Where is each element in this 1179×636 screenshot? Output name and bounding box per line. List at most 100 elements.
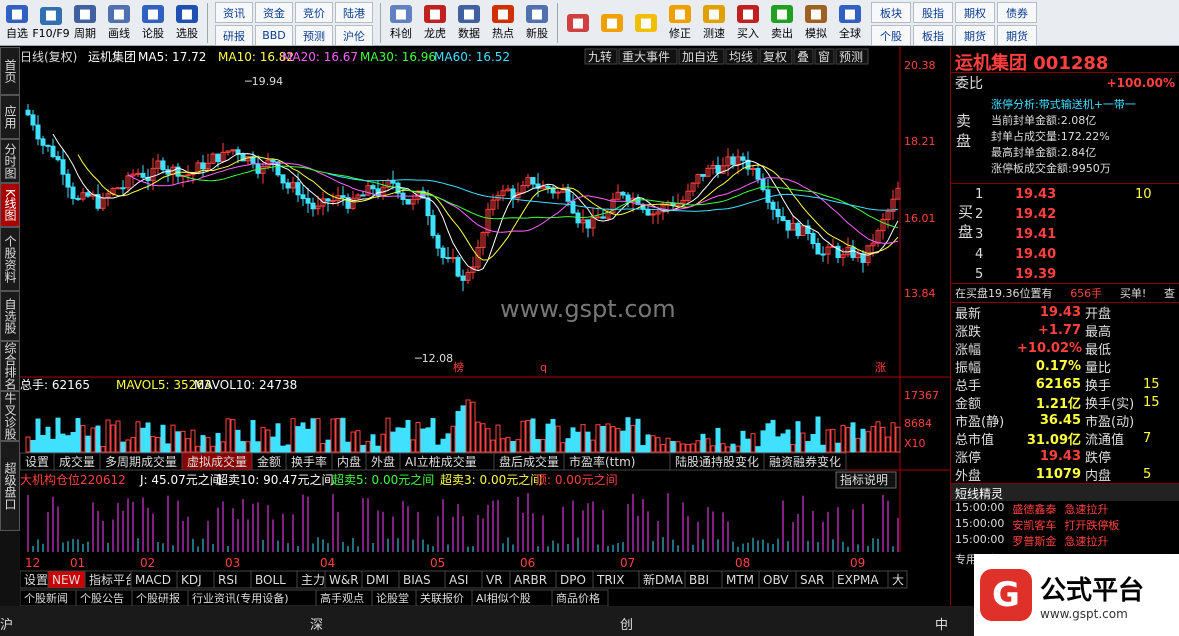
toolbar-grid-button[interactable]: 板指 (913, 25, 953, 46)
indicator-header-e: 超卖3: 0.00元之间 (440, 472, 542, 487)
toolbar-button-label: 龙虎 (424, 27, 446, 40)
toolbar-button-新股[interactable]: ■ 新股 (520, 0, 554, 46)
buy-level-row[interactable]: 4 19.40 (975, 244, 1175, 264)
toolbar-button-up-down-icon[interactable]: ■ (629, 0, 663, 46)
volume-tick-label: X10 (904, 437, 926, 450)
dxjx-title[interactable]: 短线精灵 (951, 483, 1179, 501)
toolbar-button-画线[interactable]: ■ 画线 (102, 0, 136, 46)
toolbar-grid-button[interactable]: 资金 (255, 2, 293, 23)
left-tab-6[interactable]: 综合排名 (0, 341, 20, 391)
hot-icon: ■ (492, 5, 514, 23)
toolbar-button-color-block-icon[interactable]: ■ (561, 0, 595, 46)
stats-row: 市盈(静) 36.45 市盈(动) (951, 411, 1179, 430)
buy-level-row[interactable]: 2 19.42 (975, 204, 1175, 224)
candle-body (200, 162, 206, 170)
dxjx-row[interactable]: 15:00:00 罗普斯金 急速拉升 (951, 533, 1179, 549)
candle-body (255, 163, 261, 174)
toolbar-button-back-arrow-icon[interactable]: ■ (595, 0, 629, 46)
zaimai-row: 在买盘19.36位置有 656手 买单! 查 (951, 283, 1179, 303)
volume-bar (780, 433, 786, 453)
toolbar-grid-button[interactable]: 个股 (871, 25, 911, 46)
toolbar-grid-button[interactable]: 竞价 (295, 2, 333, 23)
buy-level-row[interactable]: 3 19.41 (975, 224, 1175, 244)
month-label: 12 (25, 556, 40, 570)
month-label: 08 (735, 556, 750, 570)
left-tab-0[interactable]: 首页 (0, 47, 20, 95)
fix-icon: ■ (669, 5, 691, 23)
market-index-bar: 沪 深 创 中小 (0, 614, 960, 634)
chart-header-ma30: MA30: 16.96 (360, 50, 436, 64)
toolbar-button-龙虎[interactable]: ■ 龙虎 (418, 0, 452, 46)
toolbar-grid-button[interactable]: 预测 (295, 25, 333, 46)
market-index-sz[interactable]: 深 (310, 614, 323, 633)
left-tab-1[interactable]: 应用 (0, 95, 20, 139)
volume-tab-label: 盘后成交量 (499, 454, 559, 469)
left-tab-7[interactable]: 牛叉诊股 (0, 391, 20, 441)
stats-label: 市盈(静) (955, 414, 1005, 430)
toolbar-grid-button[interactable]: 资讯 (215, 2, 253, 23)
toolbar-grid-button[interactable]: 股指 (913, 2, 953, 23)
stats-value: 36.45 (1039, 412, 1081, 428)
left-tab-8[interactable]: 超级盘口 (0, 441, 20, 531)
dxjx-row[interactable]: 15:00:00 安凯客车 打开跌停板 (951, 517, 1179, 533)
buy-book: 买 盘 1 19.43 10 2 19.42 3 19.41 4 19.40 5 19.39 (951, 183, 1179, 283)
toolbar-button-测速[interactable]: ■ 测速 (697, 0, 731, 46)
toolbar-grid-button[interactable]: 板块 (871, 2, 911, 23)
stats-label2: 跌停 (1085, 450, 1112, 466)
stats-value: 19.43 (1039, 304, 1081, 320)
toolbar-button-模拟[interactable]: ■ 模拟 (799, 0, 833, 46)
dxjx-row[interactable]: 15:00:00 盛德鑫泰 急速拉升 (951, 501, 1179, 517)
buy-level-row[interactable]: 1 19.43 10 (975, 184, 1175, 204)
stats-label2: 最高 (1085, 324, 1112, 340)
volume-bar (645, 434, 651, 453)
toolbar-button-买入[interactable]: ■ 买入 (731, 0, 765, 46)
market-index-sh[interactable]: 沪 (0, 614, 13, 633)
left-tab-3[interactable]: K线图 (0, 183, 20, 227)
toolbar-button-科创[interactable]: ■ 科创 (384, 0, 418, 46)
stats-label2: 换手(实) (1085, 396, 1135, 412)
left-tab-5[interactable]: 自选股 (0, 291, 20, 341)
volume-bar (575, 431, 581, 453)
zt-info-line: 当前封单金额:2.08亿 (991, 114, 1097, 127)
toolbar-button-F10/F9[interactable]: ■ F10/F9 (32, 0, 70, 46)
month-label: 02 (140, 556, 155, 570)
stats-value2: 15 (1143, 376, 1160, 392)
market-index-zx[interactable]: 中小 (935, 614, 960, 636)
market-index-cy[interactable]: 创 (620, 614, 633, 633)
toolbar-button-热点[interactable]: ■ 热点 (486, 0, 520, 46)
toolbar-button-周期[interactable]: ■ 周期 (68, 0, 102, 46)
toolbar-grid-button[interactable]: 债券 (997, 2, 1037, 23)
volume-bar (510, 441, 516, 453)
weibi-value: +100.00% (1106, 76, 1175, 90)
toolbar-grid-button[interactable]: 期货 (997, 25, 1037, 46)
toolbar-grid-button[interactable]: 期权 (955, 2, 995, 23)
volume-bar (730, 443, 736, 453)
toolbar-button-label: 选股 (176, 27, 198, 40)
logo-text: 公式平台 (1040, 575, 1145, 606)
kline-chart-area[interactable]: 日线(复权) 运机集团 MA5: 17.72 MA10: 16.82 MA20: 16.… (19, 47, 950, 607)
toolbar-button-卖出[interactable]: ■ 卖出 (765, 0, 799, 46)
toolbar-grid-button[interactable]: 研报 (215, 25, 253, 46)
volume-bar (280, 445, 286, 453)
zt-info-line: 封单占成交量:172.22% (991, 130, 1110, 143)
zaimai-more[interactable]: 查 (1164, 285, 1175, 301)
toolbar-grid-button[interactable]: BBD (255, 25, 293, 46)
toolbar-button-数据[interactable]: ■ 数据 (452, 0, 486, 46)
left-tab-4[interactable]: 个股资料 (0, 227, 20, 291)
toolbar-button-全球[interactable]: ■ 全球 (833, 0, 867, 46)
volume-bar (455, 411, 461, 453)
buy-level-row[interactable]: 5 19.39 (975, 264, 1175, 284)
kline-chart-svg[interactable]: 日线(复权) 运机集团 MA5: 17.72 MA10: 16.82MA20: 16.… (19, 47, 950, 607)
volume-bar (550, 418, 556, 453)
toolbar-grid-button[interactable]: 陆港 (335, 2, 373, 23)
toolbar-button-论股[interactable]: ■ 论股 (136, 0, 170, 46)
volume-bar (310, 418, 316, 453)
toolbar-grid-button[interactable]: 沪伦 (335, 25, 373, 46)
toolbar-button-修正[interactable]: ■ 修正 (663, 0, 697, 46)
toolbar-button-自选[interactable]: ■ 自选 (0, 0, 34, 46)
buy-level-price: 19.42 (1015, 206, 1057, 222)
left-tab-2[interactable]: 分时图 (0, 139, 20, 183)
toolbar-button-选股[interactable]: ■ 选股 (170, 0, 204, 46)
toolbar-grid-button[interactable]: 期货 (955, 25, 995, 46)
dxjx-stock: 安凯客车 (1012, 519, 1057, 532)
